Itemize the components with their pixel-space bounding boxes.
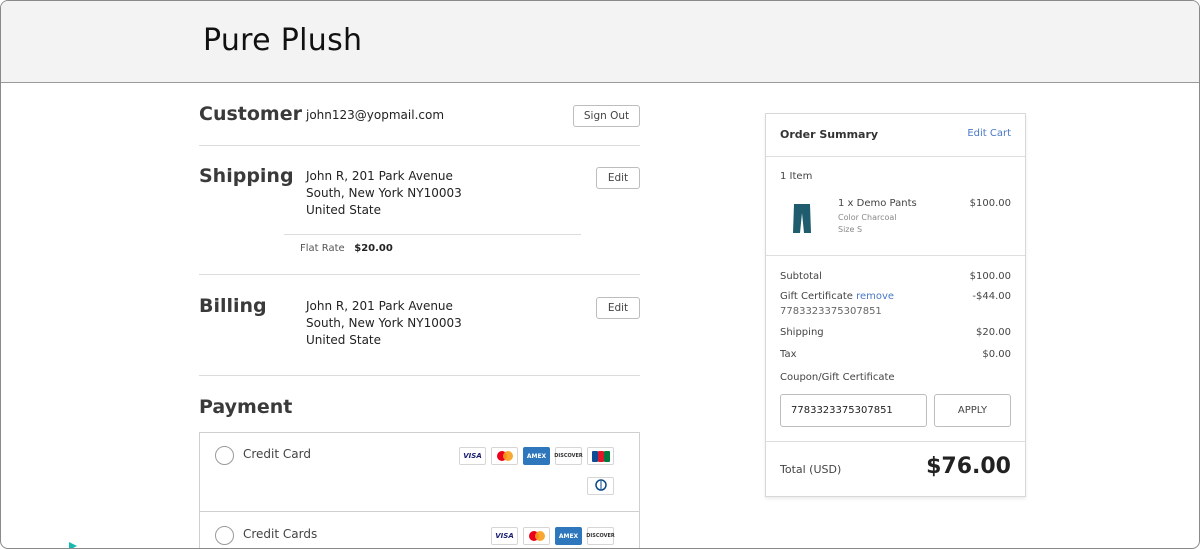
divider — [200, 511, 639, 512]
divider — [199, 274, 640, 275]
shipping-address-line2: South, New York NY10003 — [306, 186, 462, 200]
item-price: $100.00 — [969, 198, 1011, 209]
subtotal-label: Subtotal — [780, 271, 822, 282]
billing-address-line3: United State — [306, 333, 382, 347]
order-summary-title: Order Summary — [780, 128, 879, 141]
divider — [199, 145, 640, 146]
coupon-label: Coupon/Gift Certificate — [780, 372, 895, 383]
tax-value: $0.00 — [982, 349, 1011, 360]
visa-icon: VISA — [459, 447, 486, 465]
billing-address: John R, 201 Park Avenue South, New York … — [306, 298, 462, 349]
credit-card-radio[interactable] — [215, 446, 234, 465]
customer-email: john123@yopmail.com — [306, 108, 445, 122]
discover-icon: DISCOVER — [586, 527, 615, 545]
shipping-label: Shipping — [780, 327, 824, 338]
divider — [766, 441, 1025, 442]
divider — [284, 234, 581, 235]
billing-section-title: Billing — [199, 295, 267, 317]
billing-address-line1: John R, 201 Park Avenue — [306, 299, 453, 313]
pants-icon — [792, 204, 812, 238]
billing-edit-button[interactable]: Edit — [596, 297, 640, 319]
gift-certificate-value: -$44.00 — [972, 291, 1011, 302]
visa-icon: VISA — [491, 527, 518, 545]
amex-icon: AMEX — [523, 447, 550, 465]
visa-text: VISA — [495, 532, 514, 540]
diners-club-icon — [587, 477, 614, 495]
apply-button[interactable]: APPLY — [934, 394, 1011, 427]
shipping-method-label: Flat Rate — [300, 243, 345, 254]
widget-arrow-icon[interactable] — [69, 542, 77, 548]
shipping-section-title: Shipping — [199, 165, 294, 187]
divider — [766, 156, 1025, 157]
gift-certificate-label: Gift Certificate — [780, 291, 853, 302]
mastercard-icon — [523, 527, 550, 545]
divider — [199, 375, 640, 376]
edit-cart-link[interactable]: Edit Cart — [967, 128, 1011, 139]
jcb-icon — [587, 447, 614, 465]
item-count: 1 Item — [780, 171, 813, 182]
shipping-address: John R, 201 Park Avenue South, New York … — [306, 168, 462, 219]
item-color: Color Charcoal — [838, 213, 897, 222]
order-summary: Order Summary Edit Cart 1 Item 1 x Demo … — [765, 113, 1026, 497]
subtotal-value: $100.00 — [969, 271, 1011, 282]
shipping-method: Flat Rate $20.00 — [300, 243, 393, 254]
brand-logo[interactable]: Pure Plush — [203, 23, 362, 58]
credit-cards-label[interactable]: Credit Cards — [243, 527, 317, 541]
sign-out-button[interactable]: Sign Out — [573, 105, 640, 127]
customer-section-title: Customer — [199, 103, 302, 125]
checkout-page: Pure Plush Customer john123@yopmail.com … — [0, 0, 1200, 549]
total-value: $76.00 — [926, 454, 1011, 479]
item-size: Size S — [838, 225, 863, 234]
shipping-method-price: $20.00 — [354, 243, 393, 254]
credit-card-label[interactable]: Credit Card — [243, 447, 311, 461]
payment-section-title: Payment — [199, 396, 293, 418]
item-name: 1 x Demo Pants — [838, 198, 917, 209]
coupon-input[interactable]: 7783323375307851 — [780, 394, 927, 427]
discover-icon: DISCOVER — [554, 447, 583, 465]
amex-text: AMEX — [558, 532, 579, 540]
divider — [766, 255, 1025, 256]
visa-text: VISA — [463, 452, 482, 460]
credit-cards-radio[interactable] — [215, 526, 234, 545]
mastercard-icon — [491, 447, 518, 465]
tax-label: Tax — [780, 349, 797, 360]
gift-remove-link[interactable]: remove — [856, 291, 894, 302]
total-label: Total (USD) — [780, 463, 842, 476]
gift-certificate-code: 7783323375307851 — [780, 306, 882, 317]
amex-icon: AMEX — [555, 527, 582, 545]
shipping-edit-button[interactable]: Edit — [596, 167, 640, 189]
site-header: Pure Plush — [1, 1, 1199, 83]
shipping-address-line1: John R, 201 Park Avenue — [306, 169, 453, 183]
discover-text: DISCOVER — [586, 533, 615, 539]
gift-certificate-row: Gift Certificate remove — [780, 291, 894, 302]
discover-text: DISCOVER — [554, 453, 583, 459]
shipping-value: $20.00 — [976, 327, 1011, 338]
amex-text: AMEX — [526, 452, 547, 460]
billing-address-line2: South, New York NY10003 — [306, 316, 462, 330]
shipping-address-line3: United State — [306, 203, 382, 217]
payment-methods: Credit Card VISA AMEX DISCOVER Credit Ca… — [199, 432, 640, 548]
